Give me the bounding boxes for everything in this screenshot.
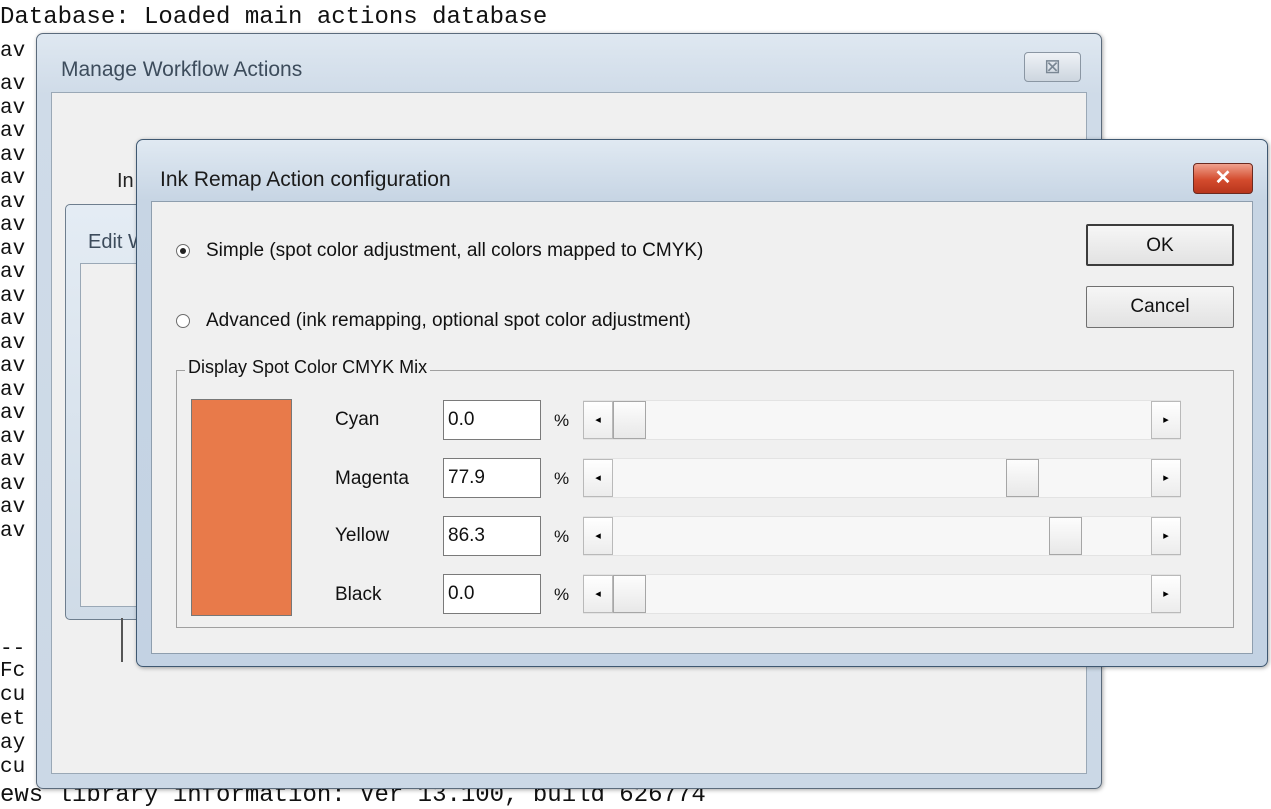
console-fragment: av [0, 73, 26, 96]
yellow-value-input[interactable] [443, 516, 541, 556]
console-fragment: av [0, 473, 26, 496]
slider-left-arrow-icon[interactable]: ◂ [583, 575, 613, 613]
radio-advanced-label: Advanced (ink remapping, optional spot c… [206, 310, 691, 331]
spot-color-swatch [191, 399, 292, 616]
yellow-slider[interactable]: ◂ ▸ [583, 516, 1181, 556]
console-fragment: av [0, 261, 26, 284]
console-fragment: av [0, 449, 26, 472]
manage-close-button[interactable]: ⊠ [1024, 52, 1081, 82]
radio-advanced-indicator[interactable] [176, 314, 190, 328]
radio-advanced[interactable]: Advanced (ink remapping, optional spot c… [176, 310, 691, 332]
cyan-slider[interactable]: ◂ ▸ [583, 400, 1181, 440]
ink-window-client: Simple (spot color adjustment, all color… [151, 201, 1253, 654]
partial-label: In [117, 170, 134, 192]
ink-remap-window: Ink Remap Action configuration ✕ Simple … [136, 139, 1268, 667]
console-fragment: av [0, 332, 26, 355]
close-icon: ✕ [1214, 167, 1232, 189]
channel-label-yellow: Yellow [335, 525, 390, 546]
magenta-value-input[interactable] [443, 458, 541, 498]
console-fragment: av [0, 144, 26, 167]
cmyk-mix-group: Display Spot Color CMYK Mix Cyan % ◂ ▸ M… [176, 357, 1234, 628]
channel-label-black: Black [335, 584, 382, 605]
slider-track[interactable] [613, 575, 1151, 613]
slider-track[interactable] [613, 517, 1151, 555]
console-fragment: ay [0, 732, 26, 755]
slider-track[interactable] [613, 459, 1151, 497]
slider-left-arrow-icon[interactable]: ◂ [583, 459, 613, 497]
slider-left-arrow-icon[interactable]: ◂ [583, 401, 613, 439]
console-fragment: av [0, 379, 26, 402]
percent-label: % [554, 411, 570, 430]
cancel-button[interactable]: Cancel [1086, 286, 1234, 328]
console-fragment: av [0, 520, 26, 543]
slider-right-arrow-icon[interactable]: ▸ [1151, 459, 1181, 497]
console-fragment: av [0, 191, 26, 214]
radio-simple-indicator[interactable] [176, 244, 190, 258]
console-fragment: av [0, 214, 26, 237]
percent-label: % [554, 585, 570, 604]
console-fragment: av [0, 285, 26, 308]
console-first-line: Database: Loaded main actions database [0, 4, 548, 31]
console-fragment: av [0, 97, 26, 120]
console-fragment: cu [0, 756, 26, 779]
console-fragment: av [0, 238, 26, 261]
ok-button[interactable]: OK [1086, 224, 1234, 266]
channel-label-magenta: Magenta [335, 468, 409, 489]
console-fragment: av [0, 120, 26, 143]
console-fragment: -- [0, 638, 26, 661]
slider-right-arrow-icon[interactable]: ▸ [1151, 575, 1181, 613]
slider-right-arrow-icon[interactable]: ▸ [1151, 401, 1181, 439]
slider-right-arrow-icon[interactable]: ▸ [1151, 517, 1181, 555]
magenta-slider[interactable]: ◂ ▸ [583, 458, 1181, 498]
percent-label: % [554, 469, 570, 488]
slider-thumb[interactable] [1049, 517, 1082, 555]
console-fragment: av [0, 167, 26, 190]
console-fragment: av [0, 496, 26, 519]
slider-thumb[interactable] [613, 401, 646, 439]
channel-label-cyan: Cyan [335, 409, 380, 430]
console-fragment: av [0, 40, 26, 63]
console-fragment: et [0, 708, 26, 731]
black-slider[interactable]: ◂ ▸ [583, 574, 1181, 614]
slider-thumb[interactable] [613, 575, 646, 613]
percent-label: % [554, 527, 570, 546]
console-fragment: av [0, 308, 26, 331]
console-bottom-line: ews library information: Ver 13.100, bui… [0, 782, 706, 809]
slider-thumb[interactable] [1006, 459, 1039, 497]
close-icon: ⊠ [1044, 56, 1061, 78]
slider-track[interactable] [613, 401, 1151, 439]
console-fragment: Fc [0, 660, 26, 683]
group-label: Display Spot Color CMYK Mix [185, 357, 431, 378]
ink-close-button[interactable]: ✕ [1193, 163, 1253, 194]
divider [121, 618, 123, 662]
black-value-input[interactable] [443, 574, 541, 614]
cyan-value-input[interactable] [443, 400, 541, 440]
console-fragment: av [0, 355, 26, 378]
radio-simple-label: Simple (spot color adjustment, all color… [206, 240, 704, 261]
console-fragment: av [0, 426, 26, 449]
slider-left-arrow-icon[interactable]: ◂ [583, 517, 613, 555]
console-fragment: av [0, 402, 26, 425]
manage-window-title: Manage Workflow Actions [61, 58, 303, 81]
console-fragment: cu [0, 684, 26, 707]
ink-window-title: Ink Remap Action configuration [160, 168, 451, 191]
radio-simple[interactable]: Simple (spot color adjustment, all color… [176, 240, 703, 262]
